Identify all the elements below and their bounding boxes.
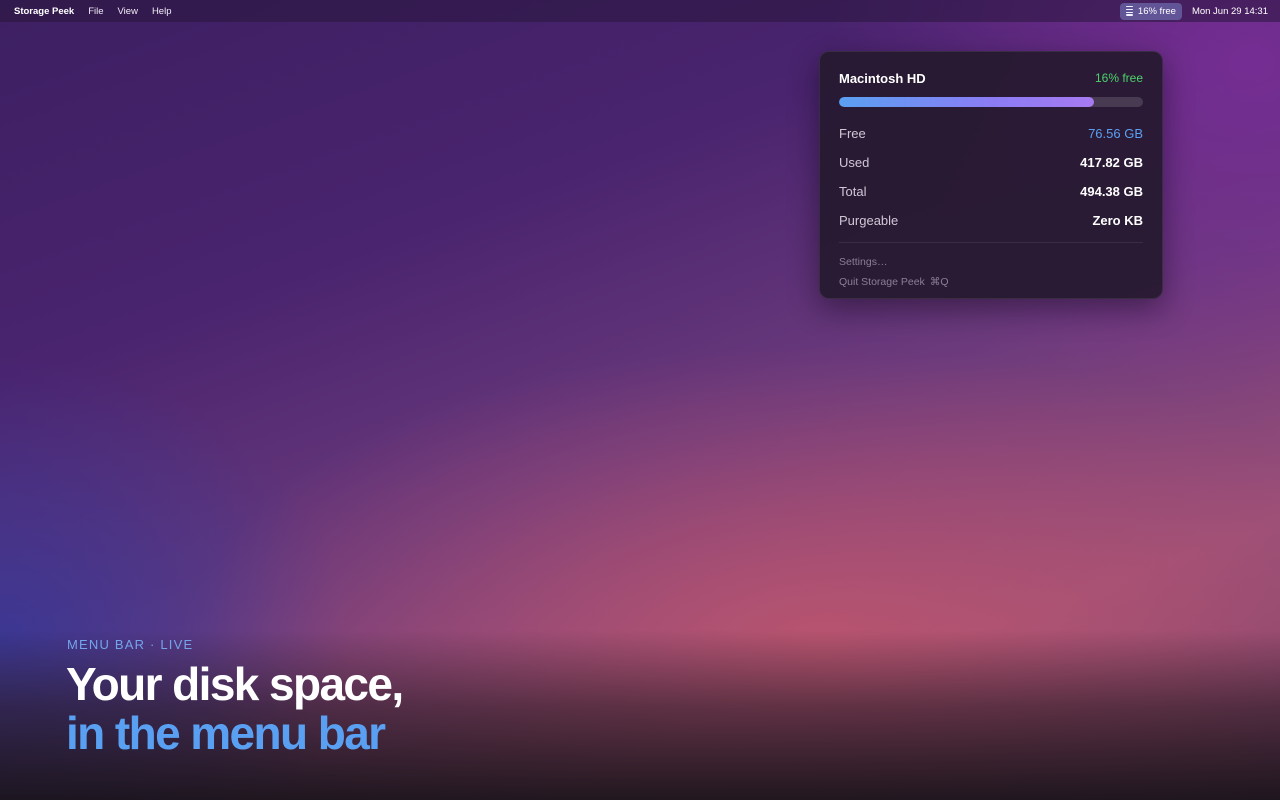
stat-label: Purgeable <box>839 213 899 228</box>
storage-popover: Macintosh HD 16% free Free 76.56 GB Used… <box>819 51 1163 299</box>
quit-menu-item[interactable]: Quit Storage Peek ⌘Q <box>839 272 1143 292</box>
hero-eyebrow: MENU BAR · LIVE <box>67 637 194 652</box>
app-menu[interactable]: Storage Peek <box>14 6 74 17</box>
menu-bar-left: Storage Peek File View Help <box>0 6 185 17</box>
stat-value: 417.82 GB <box>1080 155 1143 170</box>
free-percent: 16% free <box>1094 71 1143 85</box>
hero-headline: Your disk space, in the menu bar <box>66 658 404 759</box>
status-item-label: 16% free <box>1137 5 1176 17</box>
stat-value: 494.38 GB <box>1080 184 1143 199</box>
stat-label: Total <box>839 184 867 199</box>
stats-list: Free 76.56 GB Used 417.82 GB Total 494.3… <box>839 119 1143 235</box>
desktop: Storage Peek File View Help 16% free Mon… <box>0 0 1280 800</box>
stat-label: Used <box>839 155 870 170</box>
menu-view[interactable]: View <box>118 6 138 17</box>
hero-headline-line1: Your disk space, <box>66 658 404 710</box>
stat-value: Zero KB <box>1092 213 1143 228</box>
storage-status-item[interactable]: 16% free <box>1119 2 1182 20</box>
popover-actions: Settings… Quit Storage Peek ⌘Q <box>839 243 1143 292</box>
stat-row-used: Used 417.82 GB <box>839 148 1143 177</box>
usage-bar <box>839 97 1143 107</box>
stat-row-total: Total 494.38 GB <box>839 177 1143 206</box>
menu-file[interactable]: File <box>88 6 103 17</box>
stat-label: Free <box>839 126 866 141</box>
menu-bar-right: 16% free Mon Jun 29 14:31 <box>1119 2 1280 20</box>
usage-bar-fill <box>839 97 1095 107</box>
stat-value: 76.56 GB <box>1088 126 1143 141</box>
quit-label: Quit Storage Peek <box>839 276 925 288</box>
menu-bar-clock[interactable]: Mon Jun 29 14:31 <box>1192 6 1268 17</box>
menu-help[interactable]: Help <box>152 6 172 17</box>
drive-icon <box>1125 6 1133 16</box>
stat-row-free: Free 76.56 GB <box>839 119 1143 148</box>
settings-menu-item[interactable]: Settings… <box>839 252 1143 272</box>
quit-shortcut: ⌘Q <box>929 276 949 288</box>
stat-row-purgeable: Purgeable Zero KB <box>839 206 1143 235</box>
hero-headline-line2: in the menu bar <box>66 707 386 759</box>
volume-name: Macintosh HD <box>839 70 926 86</box>
menu-bar: Storage Peek File View Help 16% free Mon… <box>0 0 1280 22</box>
popover-header: Macintosh HD 16% free <box>839 69 1143 87</box>
